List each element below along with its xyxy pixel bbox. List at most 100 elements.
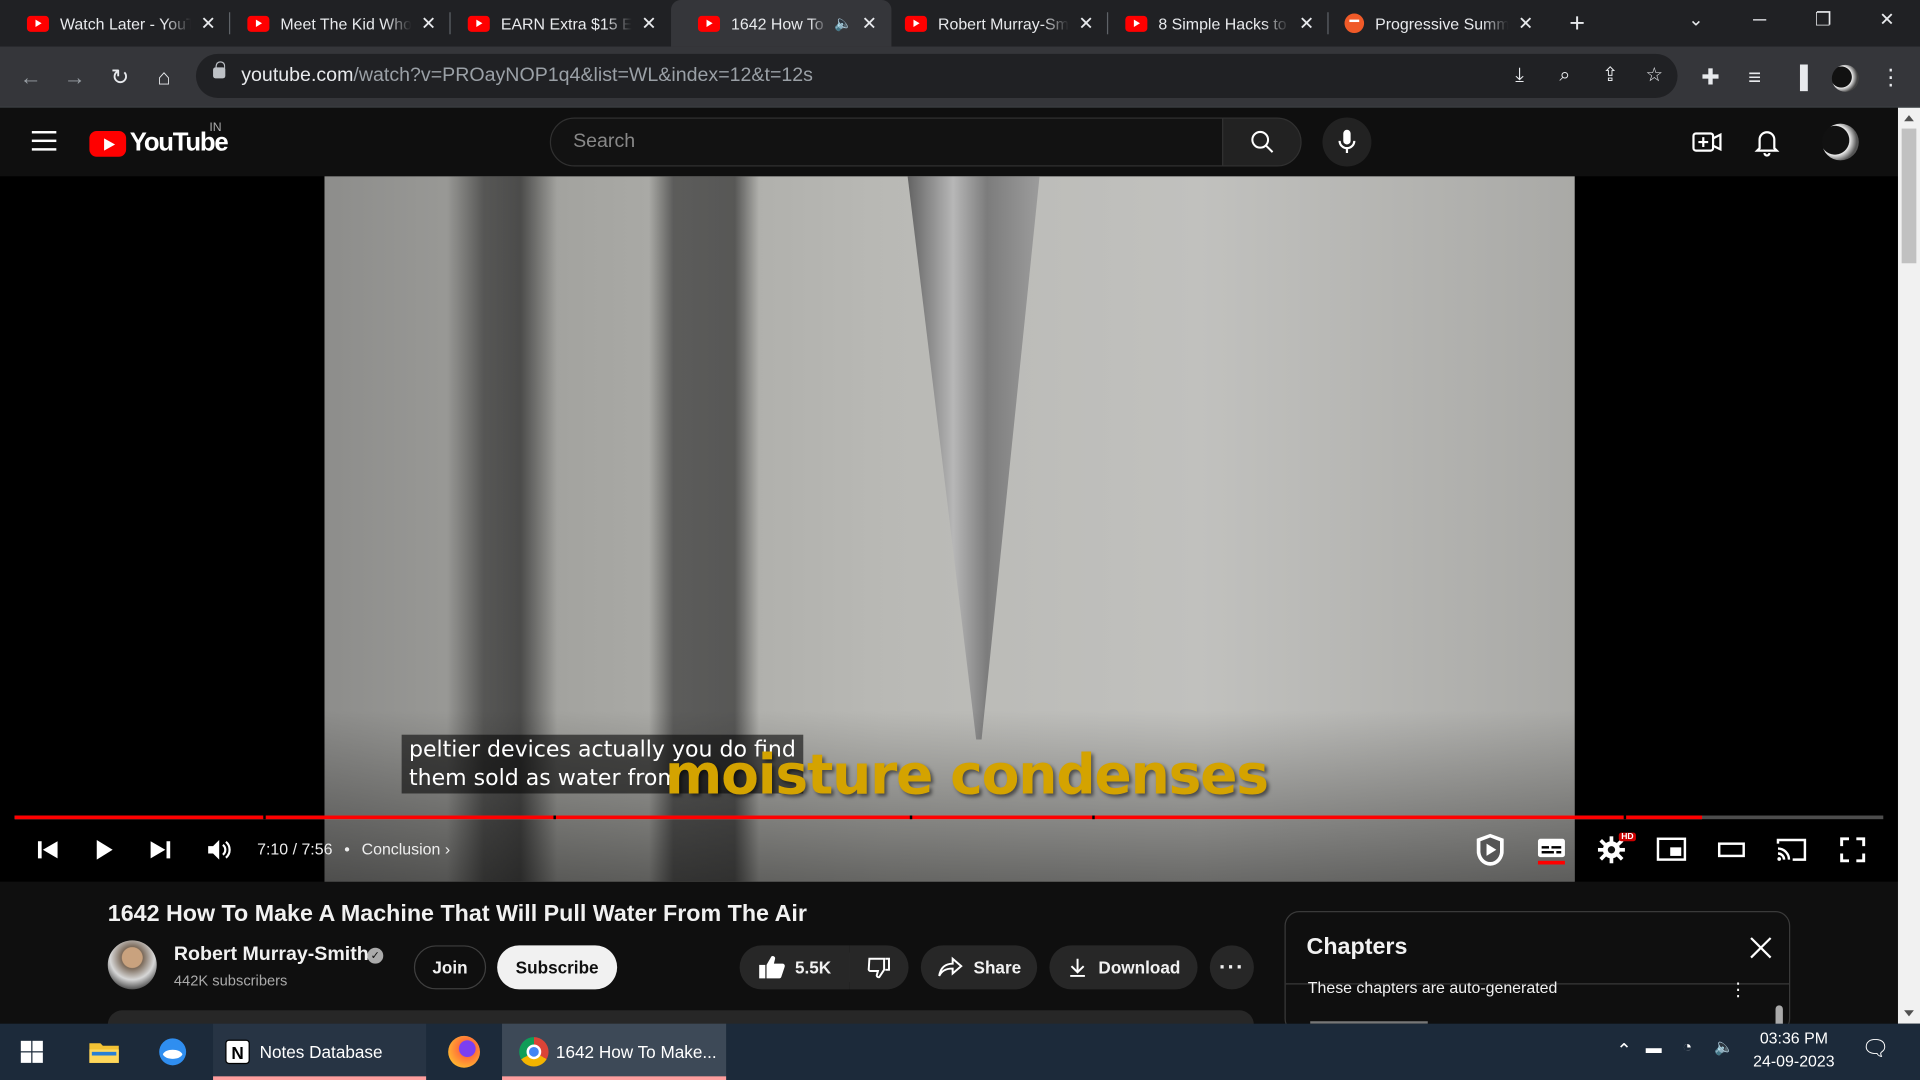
- show-hidden-icons-chevron-icon[interactable]: ⌃: [1616, 1040, 1631, 1062]
- file-explorer-button[interactable]: [88, 1024, 120, 1080]
- lock-icon[interactable]: [213, 61, 226, 79]
- battery-icon[interactable]: ▬: [1646, 1038, 1662, 1056]
- browser-tab[interactable]: Watch Later - YouTube ✕: [0, 0, 231, 47]
- windows-taskbar: N Notes Database 1642 How To Make... ⌃ ▬…: [0, 1023, 1920, 1080]
- close-window-button[interactable]: ✕: [1859, 0, 1915, 42]
- taskbar-notion-window[interactable]: N Notes Database: [213, 1023, 427, 1080]
- close-tab-icon[interactable]: ✕: [860, 12, 880, 34]
- taskbar-chrome-window[interactable]: 1642 How To Make...: [502, 1023, 727, 1080]
- subscribe-button[interactable]: Subscribe: [497, 945, 618, 990]
- close-tab-icon[interactable]: ✕: [1076, 12, 1096, 34]
- bookmark-star-icon[interactable]: ☆: [1638, 60, 1670, 92]
- url-text[interactable]: youtube.com/watch?v=PROayNOP1q4&list=WL&…: [241, 65, 813, 87]
- back-icon[interactable]: ←: [15, 61, 47, 93]
- zoom-icon[interactable]: ⌕: [1549, 60, 1581, 92]
- profile-icon[interactable]: [1829, 61, 1861, 93]
- side-panel-icon[interactable]: ▐: [1784, 61, 1816, 93]
- tab-title: 8 Simple Hacks to: [1158, 14, 1287, 33]
- next-button[interactable]: [138, 828, 182, 872]
- autoplay-shield-button[interactable]: [1468, 828, 1512, 872]
- video-player[interactable]: peltier devices actually you do find the…: [0, 176, 1898, 882]
- join-button[interactable]: Join: [413, 945, 487, 990]
- play-button[interactable]: [82, 828, 126, 872]
- miniplayer-button[interactable]: [1649, 828, 1693, 872]
- notifications-bell-icon[interactable]: [1750, 125, 1784, 159]
- chat-app-button[interactable]: [154, 1024, 191, 1080]
- browser-tab[interactable]: EARN Extra $15 Ev ✕: [441, 0, 671, 47]
- browser-menu-icon[interactable]: ⋮: [1875, 61, 1907, 93]
- menu-icon[interactable]: [31, 131, 57, 151]
- fullscreen-button[interactable]: [1831, 828, 1875, 872]
- youtube-favicon-icon: [1125, 15, 1148, 32]
- share-page-icon[interactable]: ⇪: [1594, 60, 1626, 92]
- create-video-icon[interactable]: [1690, 125, 1724, 159]
- scroll-up-arrow-icon[interactable]: [1904, 115, 1914, 122]
- clock[interactable]: 03:36 PM 24-09-2023: [1739, 1029, 1849, 1071]
- chapter-title[interactable]: Conclusion: [362, 840, 441, 858]
- close-tab-icon[interactable]: ✕: [1297, 12, 1317, 34]
- browser-tab[interactable]: Robert Murray-Smith ✕: [878, 0, 1109, 47]
- close-tab-icon[interactable]: ✕: [198, 12, 218, 34]
- chat-bubble-icon: [159, 1038, 187, 1066]
- notification-center-icon[interactable]: 🗨: [1861, 1036, 1889, 1062]
- extensions-icon[interactable]: ✚: [1695, 61, 1727, 93]
- forward-icon[interactable]: →: [59, 61, 91, 93]
- media-controls-icon[interactable]: ≡: [1739, 61, 1771, 93]
- cast-button[interactable]: [1769, 828, 1813, 872]
- page-scrollbar[interactable]: [1897, 107, 1920, 1024]
- close-tab-icon[interactable]: ✕: [639, 12, 659, 34]
- close-tab-icon[interactable]: ✕: [1516, 12, 1536, 34]
- video-overlay-text: moisture condenses: [664, 742, 1269, 807]
- previous-button[interactable]: [26, 828, 70, 872]
- dislike-button[interactable]: [849, 945, 909, 990]
- chapters-panel: Chapters These chapters are auto-generat…: [1284, 911, 1791, 1034]
- firefox-icon: [448, 1035, 481, 1068]
- scrollbar-thumb[interactable]: [1901, 128, 1917, 264]
- start-button[interactable]: [20, 1024, 47, 1080]
- progress-bar[interactable]: [14, 815, 1884, 820]
- more-actions-button[interactable]: ···: [1209, 945, 1254, 990]
- browser-tab[interactable]: Progressive Summ ✕: [1318, 0, 1548, 47]
- address-bar[interactable]: youtube.com/watch?v=PROayNOP1q4&list=WL&…: [195, 53, 1678, 98]
- reload-icon[interactable]: ↻: [104, 61, 136, 93]
- search-button[interactable]: [1222, 117, 1302, 167]
- miniplayer-icon: [1656, 837, 1687, 861]
- like-button[interactable]: 5.5K: [739, 945, 850, 990]
- home-icon[interactable]: ⌂: [148, 61, 180, 93]
- theater-mode-button[interactable]: [1709, 828, 1753, 872]
- cast-icon: [1776, 838, 1807, 861]
- share-label: Share: [973, 957, 1022, 978]
- volume-button[interactable]: [197, 828, 241, 872]
- more-vertical-icon[interactable]: ⋮: [1729, 978, 1747, 1001]
- play-icon: [96, 840, 113, 860]
- close-icon[interactable]: [1745, 932, 1777, 964]
- subtitles-button[interactable]: [1529, 828, 1573, 872]
- download-button[interactable]: Download: [1049, 945, 1198, 990]
- wifi-icon[interactable]: ◔: [1682, 1037, 1692, 1055]
- search-input[interactable]: [551, 118, 1223, 166]
- volume-tray-icon[interactable]: 🔈: [1714, 1037, 1734, 1057]
- account-avatar[interactable]: [1822, 123, 1859, 161]
- youtube-logo[interactable]: YouTube IN: [89, 121, 229, 158]
- channel-avatar[interactable]: [107, 940, 157, 990]
- youtube-masthead: YouTube IN: [0, 107, 1898, 177]
- more-horizontal-icon: ···: [1218, 954, 1245, 979]
- tab-search-icon[interactable]: ⌄: [1668, 0, 1724, 42]
- channel-name[interactable]: Robert Murray-Smith: [174, 944, 369, 966]
- new-tab-button[interactable]: +: [1562, 7, 1591, 39]
- install-app-icon[interactable]: ⤓: [1504, 60, 1536, 92]
- scroll-down-arrow-icon[interactable]: [1904, 1010, 1914, 1017]
- chevron-right-icon[interactable]: ›: [445, 840, 450, 858]
- share-button[interactable]: Share: [920, 945, 1038, 990]
- close-tab-icon[interactable]: ✕: [419, 12, 439, 34]
- browser-tab-active[interactable]: 1642 How To 🔈 ✕: [671, 0, 892, 47]
- voice-search-button[interactable]: [1322, 117, 1372, 167]
- minimize-button[interactable]: ─: [1731, 0, 1787, 42]
- next-icon: [150, 841, 171, 859]
- firefox-button[interactable]: [448, 1024, 485, 1080]
- browser-tab[interactable]: Meet The Kid Who ✕: [220, 0, 451, 47]
- speaker-icon[interactable]: 🔈: [834, 15, 852, 32]
- browser-tab[interactable]: 8 Simple Hacks to ✕: [1098, 0, 1329, 47]
- subtitles-icon: [1537, 838, 1565, 865]
- restore-button[interactable]: ❐: [1795, 0, 1851, 42]
